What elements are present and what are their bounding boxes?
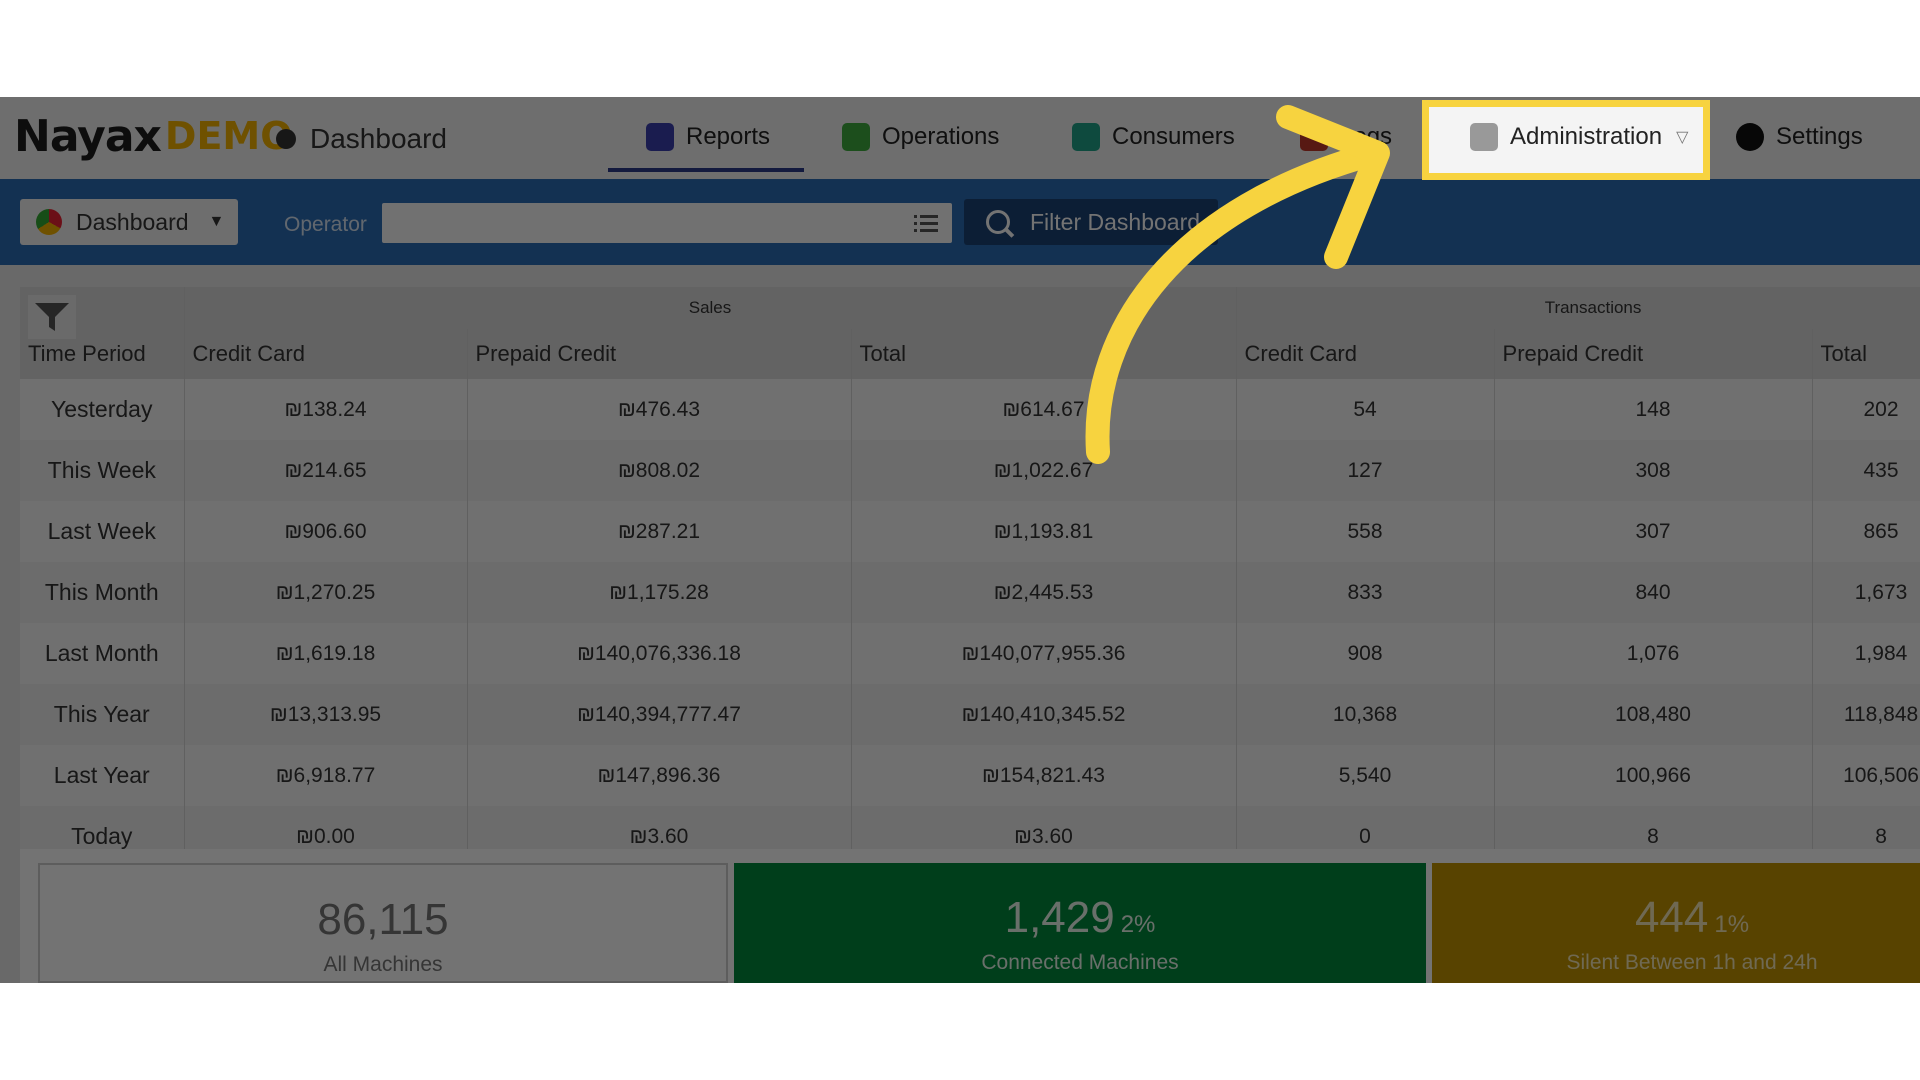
app-window: Nayax DEMO Dashboard Reports Operations … — [0, 97, 1920, 983]
tutorial-arrow — [1085, 105, 1390, 464]
